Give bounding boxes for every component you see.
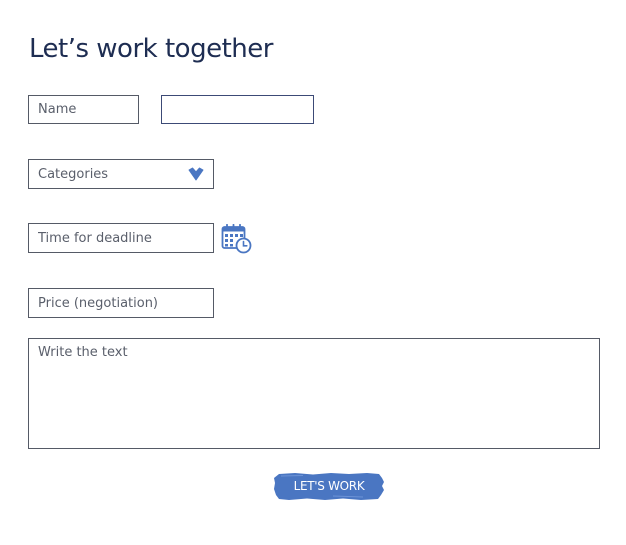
deadline-field[interactable] (28, 223, 214, 253)
name-field[interactable] (28, 95, 139, 124)
calendar-clock-icon[interactable] (221, 224, 252, 254)
message-textarea[interactable] (28, 338, 600, 449)
submit-button-label: LET'S WORK (293, 479, 365, 493)
chevron-down-icon (188, 167, 204, 181)
categories-select[interactable]: Categories (28, 159, 214, 189)
secondary-text-field[interactable] (161, 95, 314, 124)
price-field[interactable] (28, 288, 214, 318)
categories-select-value: Categories (38, 166, 109, 182)
page-title: Let’s work together (29, 34, 273, 64)
submit-button[interactable]: LET'S WORK (273, 471, 385, 502)
